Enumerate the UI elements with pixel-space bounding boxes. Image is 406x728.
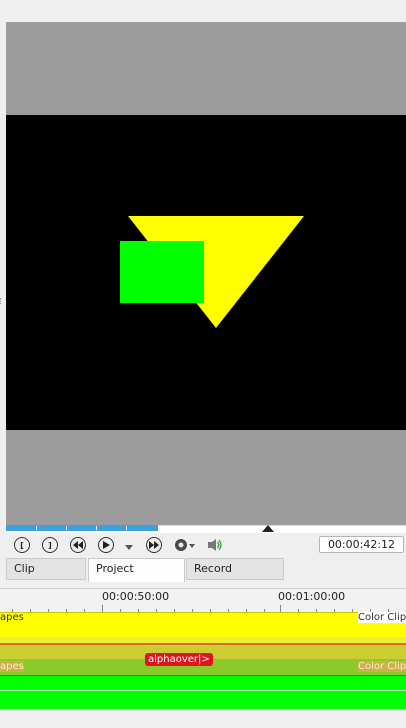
- tab-project-monitor[interactable]: Project Monitor: [88, 558, 185, 595]
- ruler-label: 00:00:50:00: [102, 590, 170, 603]
- ruler-tick: [66, 526, 67, 530]
- resize-handle[interactable]: [0, 298, 4, 304]
- dropdown-arrow-icon[interactable]: [124, 541, 134, 550]
- color-clip-green[interactable]: [0, 675, 406, 710]
- clip-label: apes: [0, 661, 24, 672]
- rewind-icon[interactable]: [70, 537, 86, 553]
- clip-divider: [0, 690, 406, 691]
- video-preview[interactable]: [6, 115, 406, 430]
- volume-icon[interactable]: [206, 537, 222, 553]
- seek-progress: [6, 525, 158, 531]
- clip-label: Color Clip: [358, 612, 406, 623]
- color-clip-yellow[interactable]: [0, 612, 406, 638]
- gear-icon[interactable]: [173, 537, 197, 553]
- transition-badge[interactable]: alphaover|>: [145, 653, 213, 666]
- forward-icon[interactable]: [146, 537, 162, 553]
- tab-record-monitor[interactable]: Record Monitor: [186, 558, 284, 595]
- timeline-empty-area: [0, 709, 406, 728]
- ruler-label: 00:01:00:00: [278, 590, 346, 603]
- ruler-tick: [96, 526, 97, 530]
- set-zone-out-icon[interactable]: ]: [42, 537, 58, 553]
- ruler-tick: [36, 526, 37, 530]
- timecode-field[interactable]: 00:00:42:12: [319, 536, 404, 553]
- clip-label: apes: [0, 612, 24, 623]
- clip-label: Color Clip: [358, 661, 406, 672]
- tab-clip-monitor[interactable]: Clip Monitor: [6, 558, 86, 595]
- green-rectangle: [120, 241, 204, 303]
- ruler-tick: [126, 526, 127, 530]
- play-icon[interactable]: [98, 537, 114, 553]
- seek-playhead[interactable]: [262, 525, 274, 532]
- set-zone-in-icon[interactable]: [: [14, 537, 30, 553]
- preview-shapes: [120, 216, 304, 328]
